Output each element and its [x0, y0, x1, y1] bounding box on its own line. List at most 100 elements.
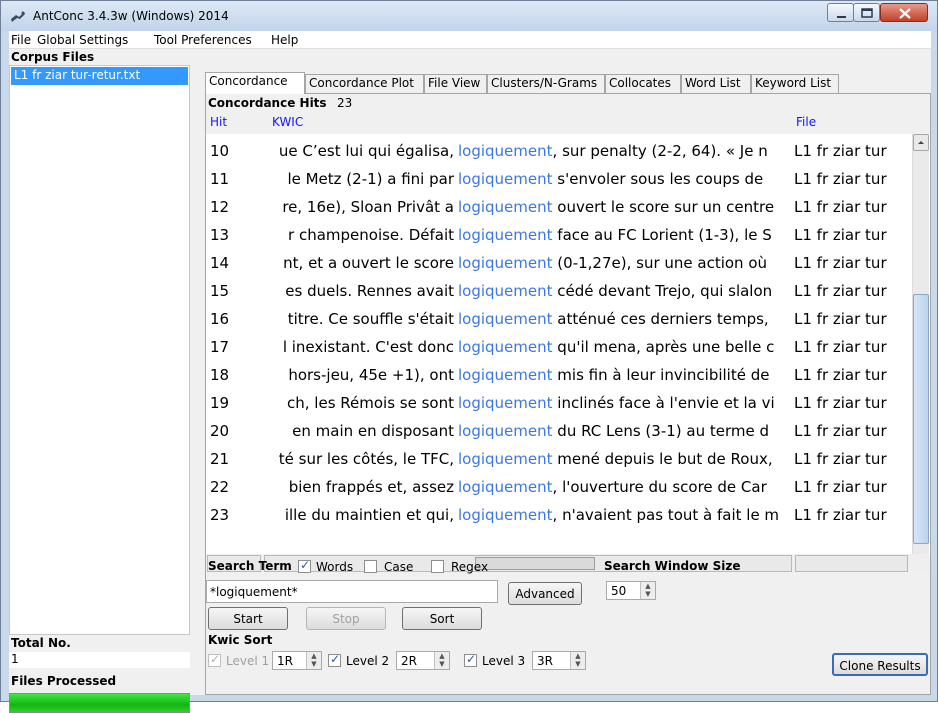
file-cell[interactable]: L1 fr ziar tur: [794, 282, 904, 300]
keyword-hit[interactable]: logiquement: [458, 310, 553, 328]
keyword-hit[interactable]: logiquement: [458, 282, 553, 300]
right-context: mis fin à leur invincibilité de: [552, 366, 770, 384]
file-cell[interactable]: L1 fr ziar tur: [794, 366, 904, 384]
vertical-scrollbar[interactable]: [912, 134, 929, 554]
file-cell[interactable]: L1 fr ziar tur: [794, 394, 904, 412]
level2-spinner[interactable]: 2R ▲ ▼: [396, 651, 450, 670]
keyword-hit[interactable]: logiquement: [458, 478, 553, 496]
concordance-pane: Concordance Hits 23 Hit KWIC File 10 ue C…: [205, 93, 931, 695]
menu-file[interactable]: File: [11, 33, 31, 47]
table-row[interactable]: 21 té sur les côtés, le TFC, logiquement m…: [206, 446, 923, 474]
keyword-hit[interactable]: logiquement: [458, 506, 553, 524]
kwic-hscroll-thumb[interactable]: [475, 557, 595, 570]
table-row[interactable]: 13 r champenoise. Défait logiquement face …: [206, 222, 923, 250]
header-kwic[interactable]: KWIC: [272, 115, 303, 129]
keyword-and-right-context: logiquement face au FC Lorient (1-3), le…: [458, 226, 788, 244]
keyword-hit[interactable]: logiquement: [458, 226, 553, 244]
table-row[interactable]: 11 le Metz (2-1) a fini par logiquement s'…: [206, 166, 923, 194]
tab-keyword-list[interactable]: Keyword List: [751, 74, 839, 93]
table-row[interactable]: 15 es duels. Rennes avait logiquement cédé…: [206, 278, 923, 306]
file-hscrollbar[interactable]: [795, 555, 908, 572]
left-context-text: titre. Ce souffle s'était: [287, 310, 454, 328]
keyword-hit[interactable]: logiquement: [458, 450, 553, 468]
scroll-up-button[interactable]: [913, 134, 929, 151]
tab-file-view[interactable]: File View: [424, 74, 487, 93]
keyword-hit[interactable]: logiquement: [458, 142, 553, 160]
left-context-text: té sur les côtés, le TFC,: [278, 450, 454, 468]
sort-button[interactable]: Sort: [402, 607, 482, 630]
tab-word-list[interactable]: Word List: [681, 74, 751, 93]
table-row[interactable]: 19 ch, les Rémois se sont logiquement incl…: [206, 390, 923, 418]
file-cell[interactable]: L1 fr ziar tur: [794, 506, 904, 524]
table-row[interactable]: 20 en main en disposant logiquement du RC …: [206, 418, 923, 446]
minimize-button[interactable]: [827, 3, 854, 22]
keyword-hit[interactable]: logiquement: [458, 394, 553, 412]
window-size-spinner[interactable]: 50 ▲ ▼: [606, 581, 656, 600]
regex-checkbox[interactable]: [431, 560, 444, 573]
corpus-file-list[interactable]: L1 fr ziar tur-retur.txt: [9, 65, 190, 635]
keyword-hit[interactable]: logiquement: [458, 338, 553, 356]
file-cell[interactable]: L1 fr ziar tur: [794, 310, 904, 328]
level2-checkbox[interactable]: [328, 652, 341, 667]
close-button[interactable]: [880, 3, 928, 22]
menu-tool-preferences[interactable]: Tool Preferences: [154, 33, 252, 47]
tab-clusters-ngrams[interactable]: Clusters/N-Grams: [487, 74, 605, 93]
file-cell[interactable]: L1 fr ziar tur: [794, 478, 904, 496]
corpus-file-item[interactable]: L1 fr ziar tur-retur.txt: [11, 67, 188, 85]
keyword-hit[interactable]: logiquement: [458, 254, 553, 272]
hit-number: 21: [210, 450, 230, 468]
tab-collocates[interactable]: Collocates: [605, 74, 681, 93]
file-cell[interactable]: L1 fr ziar tur: [794, 338, 904, 356]
advanced-button[interactable]: Advanced: [508, 582, 582, 605]
file-cell[interactable]: L1 fr ziar tur: [794, 170, 904, 188]
menu-help[interactable]: Help: [271, 33, 298, 47]
clone-results-button[interactable]: Clone Results: [832, 653, 928, 676]
level3-spinner[interactable]: 3R ▲ ▼: [532, 651, 586, 670]
header-hit[interactable]: Hit: [210, 115, 227, 129]
keyword-hit[interactable]: logiquement: [458, 366, 553, 384]
level1-checkbox[interactable]: [208, 652, 221, 667]
regex-label: Regex: [451, 560, 489, 574]
file-cell[interactable]: L1 fr ziar tur: [794, 450, 904, 468]
table-row[interactable]: 12 re, 16e), Sloan Privât a logiquement ou…: [206, 194, 923, 222]
level1-spinner[interactable]: 1R ▲ ▼: [272, 651, 322, 670]
search-term-label: Search Term: [208, 559, 292, 573]
maximize-button[interactable]: [853, 3, 880, 22]
left-context: es duels. Rennes avait: [258, 282, 454, 300]
header-file[interactable]: File: [796, 115, 816, 129]
level1-spin-arrows[interactable]: ▲ ▼: [306, 652, 321, 669]
hit-number: 22: [210, 478, 230, 496]
corpus-panel: Corpus Files L1 fr ziar tur-retur.txt To…: [9, 50, 191, 713]
scrollbar-thumb[interactable]: [913, 294, 929, 544]
table-row[interactable]: 18 hors-jeu, 45e +1), ont logiquement mis …: [206, 362, 923, 390]
case-checkbox[interactable]: [364, 560, 377, 573]
menu-global-settings[interactable]: Global Settings: [37, 33, 128, 47]
start-button[interactable]: Start: [208, 607, 288, 630]
window-size-spin-arrows[interactable]: ▲ ▼: [640, 582, 655, 599]
tab-concordance[interactable]: Concordance: [205, 72, 305, 94]
corpus-files-label: Corpus Files: [11, 50, 95, 64]
table-row[interactable]: 16 titre. Ce souffle s'était logiquement a…: [206, 306, 923, 334]
file-cell[interactable]: L1 fr ziar tur: [794, 142, 904, 160]
table-row[interactable]: 17 l inexistant. C'est donc logiquement qu…: [206, 334, 923, 362]
table-row[interactable]: 22 bien frappés et, assez logiquement, l'o…: [206, 474, 923, 502]
concordance-results[interactable]: 10 ue C’est lui qui égalisa, logiquement, …: [206, 134, 930, 554]
file-cell[interactable]: L1 fr ziar tur: [794, 198, 904, 216]
search-input[interactable]: [206, 580, 498, 603]
keyword-hit[interactable]: logiquement: [458, 170, 553, 188]
table-row[interactable]: 23 ille du maintien et qui, logiquement, n…: [206, 502, 923, 530]
table-row[interactable]: 14 nt, et a ouvert le score logiquement (0…: [206, 250, 923, 278]
file-cell[interactable]: L1 fr ziar tur: [794, 422, 904, 440]
keyword-hit[interactable]: logiquement: [458, 198, 553, 216]
stop-button[interactable]: Stop: [306, 607, 386, 630]
file-cell[interactable]: L1 fr ziar tur: [794, 226, 904, 244]
file-cell[interactable]: L1 fr ziar tur: [794, 254, 904, 272]
words-checkbox[interactable]: [298, 558, 311, 573]
level3-spin-arrows[interactable]: ▲ ▼: [570, 652, 585, 669]
table-row[interactable]: 10 ue C’est lui qui égalisa, logiquement, …: [206, 138, 923, 166]
right-context: , n'avaient pas tout à fait le m: [552, 506, 780, 524]
level3-checkbox[interactable]: [464, 652, 477, 667]
tab-concordance-plot[interactable]: Concordance Plot: [305, 74, 424, 93]
keyword-hit[interactable]: logiquement: [458, 422, 553, 440]
level2-spin-arrows[interactable]: ▲ ▼: [434, 652, 449, 669]
